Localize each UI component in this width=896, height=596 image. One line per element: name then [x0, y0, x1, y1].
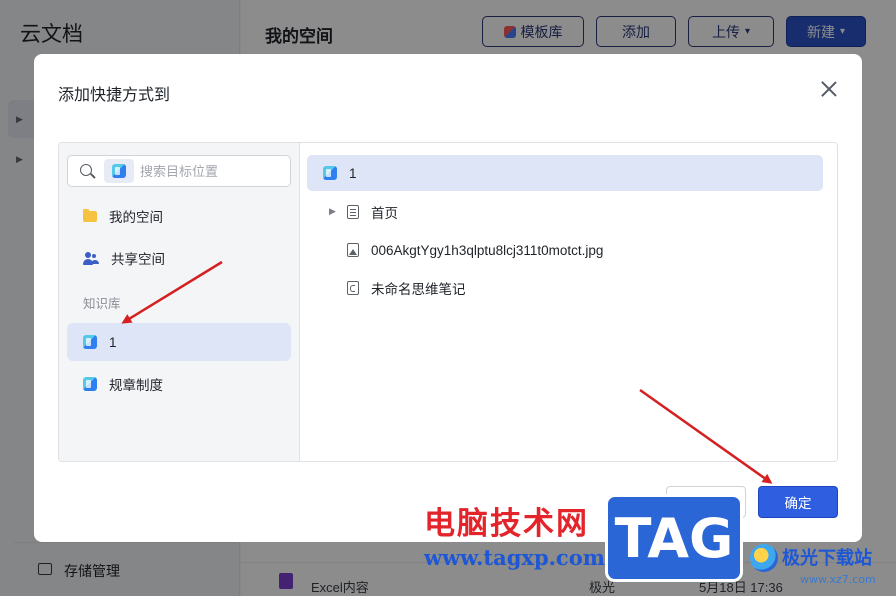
- nav-item-kb-1[interactable]: 1: [67, 323, 291, 361]
- tree-item-mindnote[interactable]: 未命名思维笔记: [347, 273, 466, 303]
- location-sidebar: 我的空间 共享空间 知识库 1 规章制度: [59, 143, 300, 461]
- expand-arrow-icon[interactable]: ▶: [329, 206, 339, 218]
- tree-root-label: 1: [349, 165, 357, 181]
- watermark-url: www.tagxp.com: [424, 545, 605, 570]
- nav-item-shared-space[interactable]: 共享空间: [67, 239, 291, 277]
- nav-item-label: 我的空间: [109, 210, 163, 225]
- mind-map-icon: [347, 281, 359, 295]
- knowledge-base-icon: [112, 164, 126, 178]
- close-icon[interactable]: [818, 78, 840, 100]
- document-icon: [347, 205, 359, 219]
- location-picker: 我的空间 共享空间 知识库 1 规章制度 1 ▶: [58, 142, 838, 462]
- search-scope-chip[interactable]: [104, 159, 134, 183]
- knowledge-base-section-label: 知识库: [83, 297, 121, 311]
- watermark-tag-logo: TAG: [605, 494, 743, 582]
- tree-item-label: 首页: [371, 206, 398, 221]
- location-tree: 1 ▶ 首页 006AkgtYgy1h3qlptu8lcj311t0motct.…: [301, 143, 837, 461]
- search-input[interactable]: [140, 157, 286, 185]
- nav-item-label: 规章制度: [109, 378, 163, 393]
- knowledge-base-icon: [83, 377, 97, 391]
- nav-item-label: 1: [109, 334, 117, 350]
- site-logo-icon: [750, 544, 778, 572]
- search-icon: [80, 164, 92, 176]
- confirm-button[interactable]: 确定: [758, 486, 838, 518]
- users-icon: [83, 251, 99, 265]
- nav-item-kb-rules[interactable]: 规章制度: [67, 365, 291, 403]
- tree-root-item[interactable]: 1: [307, 155, 823, 191]
- tree-item-image[interactable]: 006AkgtYgy1h3qlptu8lcj311t0motct.jpg: [347, 235, 603, 265]
- tree-item-label: 006AkgtYgy1h3qlptu8lcj311t0motct.jpg: [371, 242, 604, 258]
- watermark-brand: 电脑技术网: [424, 506, 589, 542]
- tree-item-label: 未命名思维笔记: [371, 282, 466, 297]
- watermark-site: 极光下载站: [782, 548, 872, 569]
- watermark-site-url: www.xz7.com: [800, 573, 876, 586]
- tree-item-home[interactable]: 首页: [347, 197, 398, 227]
- nav-item-my-space[interactable]: 我的空间: [67, 197, 291, 235]
- search-box[interactable]: [67, 155, 291, 187]
- folder-icon: [83, 208, 97, 222]
- knowledge-base-icon: [323, 166, 337, 180]
- add-shortcut-dialog: 添加快捷方式到 我的空间 共享空间 知识库 1: [34, 54, 862, 542]
- nav-item-label: 共享空间: [111, 252, 165, 267]
- knowledge-base-icon: [83, 335, 97, 349]
- image-file-icon: [347, 243, 359, 257]
- dialog-title: 添加快捷方式到: [58, 87, 171, 104]
